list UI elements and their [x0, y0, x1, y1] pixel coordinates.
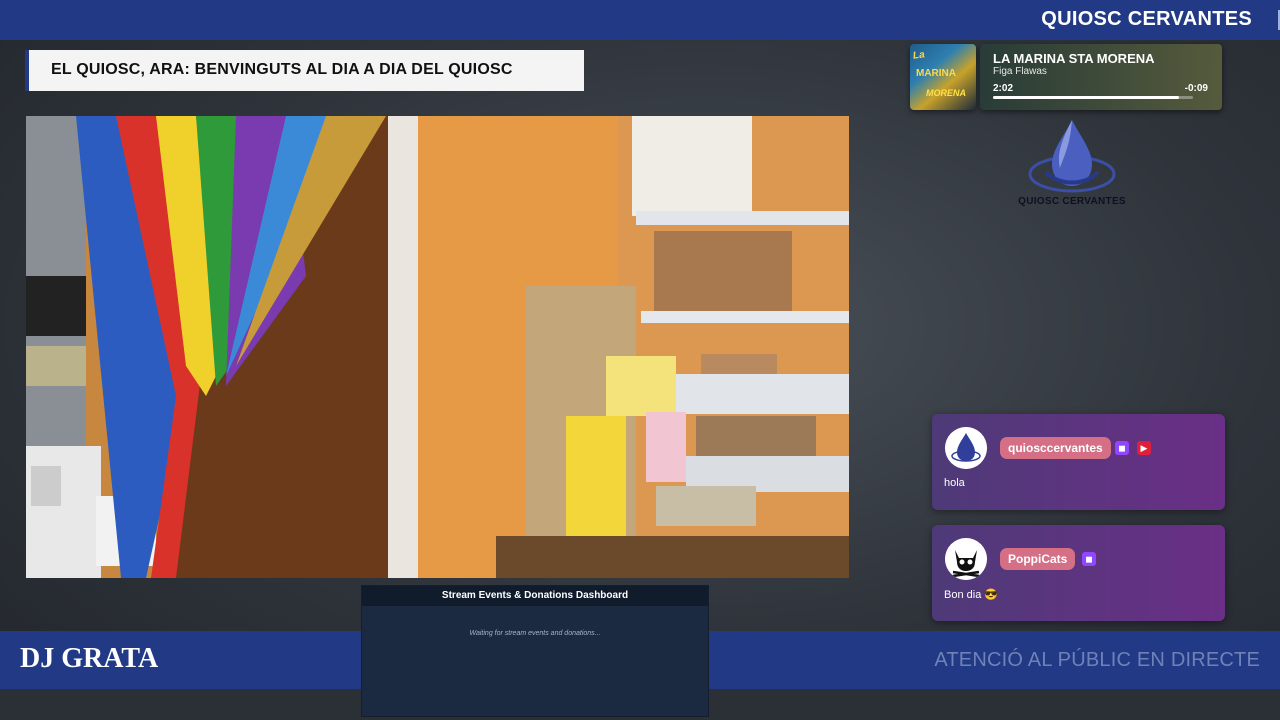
avatar [945, 427, 987, 469]
camera-icon: ▶ [1137, 441, 1151, 455]
track-artist: Figa Flawas [993, 66, 1047, 77]
progress-fill [993, 96, 1179, 99]
dashboard-status: Waiting for stream events and donations.… [469, 630, 601, 637]
live-service-label: ATENCIÓ AL PÚBLIC EN DIRECTE [934, 649, 1260, 671]
chat-message: PoppiCats ◼ Bon dia 😎 [932, 525, 1225, 621]
album-cover: La MARINA MORENA [910, 44, 976, 110]
twitch-icon: ◼ [1082, 552, 1096, 566]
twitch-icon: ◼ [1115, 441, 1129, 455]
avatar [945, 538, 987, 580]
drop-logo-icon [1028, 120, 1116, 193]
headline-text: EL QUIOSC, ARA: BENVINGUTS AL DIA A DIA … [51, 61, 513, 78]
track-title: LA MARINA STA MORENA [993, 51, 1155, 66]
headline-banner: EL QUIOSC, ARA: BENVINGUTS AL DIA A DIA … [25, 50, 584, 91]
chat-text: Bon dia 😎 [944, 589, 999, 601]
cover-lettering-3: MORENA [926, 88, 966, 98]
dashboard-title: Stream Events & Donations Dashboard [362, 586, 708, 606]
now-playing-info: LA MARINA STA MORENA Figa Flawas 2:02 -0… [980, 44, 1222, 110]
cat-skull-icon [945, 538, 987, 580]
cover-lettering-1: La [912, 49, 926, 62]
shop-interior-image [26, 116, 849, 578]
drop-logo-icon [945, 427, 987, 469]
remaining-time: -0:09 [1184, 83, 1208, 94]
progress-bar [993, 96, 1193, 99]
dj-name: DJ GRATA [20, 643, 159, 674]
chat-message: quiosccervantes ◼ ▶ hola [932, 414, 1225, 510]
webcam-feed [26, 116, 849, 578]
brand-title: QUIOSC CERVANTES [1041, 8, 1252, 30]
chat-text: hola [944, 477, 965, 489]
chat-username: PoppiCats [1000, 548, 1076, 570]
top-bar: QUIOSC CERVANTES [0, 0, 1280, 40]
quiosc-logo: QUIOSC CERVANTES [1012, 116, 1132, 212]
cover-lettering-2: MARINA [916, 68, 956, 79]
now-playing-widget: La MARINA MORENA LA MARINA STA MORENA Fi… [910, 44, 1222, 110]
donations-dashboard: Stream Events & Donations Dashboard Wait… [362, 586, 708, 716]
logo-text: QUIOSC CERVANTES [1018, 196, 1126, 207]
elapsed-time: 2:02 [993, 83, 1014, 94]
chat-username: quiosccervantes [1000, 437, 1111, 459]
